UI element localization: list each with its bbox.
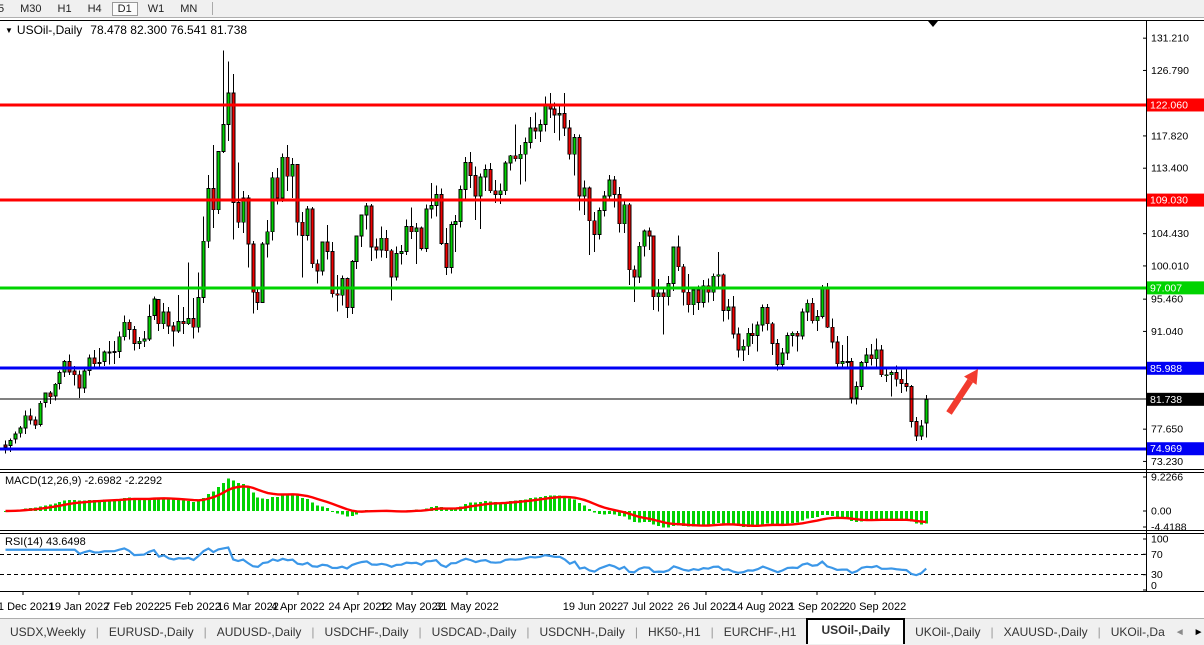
tab-ukoil-daily[interactable]: UKOil-,Daily (905, 623, 990, 641)
tab-ukoil-da[interactable]: UKOil-,Da (1101, 623, 1175, 641)
tab-eurusd-daily[interactable]: EURUSD-,Daily (99, 623, 204, 641)
svg-text:20 Sep 2022: 20 Sep 2022 (844, 601, 906, 613)
svg-text:74.969: 74.969 (1150, 443, 1182, 455)
rsi-indicator-label: RSI(14) 43.6498 (5, 536, 86, 548)
rsi-line (6, 547, 927, 575)
svg-text:117.820: 117.820 (1151, 130, 1188, 142)
svg-text:16 Mar 2022: 16 Mar 2022 (217, 601, 279, 613)
svg-text:100.010: 100.010 (1151, 260, 1189, 272)
symbol-tab-bar: USDX,Weekly|EURUSD-,Daily|AUDUSD-,Daily|… (0, 618, 1204, 645)
tab-scroll-left-icon[interactable]: ◄ (1175, 627, 1185, 638)
tab-scroll-right-icon[interactable]: ► (1194, 627, 1204, 638)
svg-text:-4.4188: -4.4188 (1151, 522, 1187, 534)
svg-text:73.230: 73.230 (1151, 456, 1183, 468)
svg-text:31 Dec 2021: 31 Dec 2021 (0, 601, 54, 613)
chart-dropdown-icon[interactable]: ▼ (5, 26, 13, 35)
svg-text:0: 0 (1151, 580, 1157, 592)
tab-usoil-daily[interactable]: USOil-,Daily (806, 618, 905, 644)
svg-text:77.650: 77.650 (1151, 424, 1183, 436)
svg-text:70: 70 (1151, 549, 1163, 561)
svg-text:100: 100 (1151, 534, 1169, 546)
time-axis: 31 Dec 202119 Jan 20227 Feb 202225 Feb 2… (0, 591, 906, 613)
price-axis: 131.210 126.790 117.820 113.400 104.430 100.0… (1143, 33, 1204, 592)
trading-app-window: 5M30H1H4D1W1MN 131.210126.790117.820113.… (0, 0, 1204, 645)
chart-canvas[interactable]: 131.210 126.790 117.820 113.400 104.430 100.0… (0, 0, 1204, 645)
svg-text:91.040: 91.040 (1151, 326, 1183, 338)
tab-eurchf-h1[interactable]: EURCHF-,H1 (714, 623, 807, 641)
svg-text:25 Feb 2022: 25 Feb 2022 (159, 601, 221, 613)
tab-hk50-h1[interactable]: HK50-,H1 (638, 623, 711, 641)
chart-symbol-label: USOil-,Daily (17, 23, 82, 37)
trend-arrow-annotation[interactable] (949, 369, 978, 413)
svg-text:126.790: 126.790 (1151, 65, 1189, 77)
svg-text:24 Apr 2022: 24 Apr 2022 (328, 601, 387, 613)
tab-scroll-buttons: ◄► (1175, 627, 1204, 638)
svg-text:26 Jul 2022: 26 Jul 2022 (678, 601, 735, 613)
svg-text:14 Aug 2022: 14 Aug 2022 (731, 601, 793, 613)
macd-indicator-label: MACD(12,26,9) -2.6982 -2.2292 (5, 475, 162, 487)
tab-xauusd-daily[interactable]: XAUUSD-,Daily (994, 623, 1098, 641)
chart-ohlc-values: 78.478 82.300 76.541 81.738 (90, 23, 247, 37)
svg-text:113.400: 113.400 (1151, 163, 1188, 175)
svg-text:19 Jun 2022: 19 Jun 2022 (563, 601, 624, 613)
svg-text:85.988: 85.988 (1150, 363, 1182, 375)
svg-text:1 Sep 2022: 1 Sep 2022 (789, 601, 845, 613)
svg-text:7 Jul 2022: 7 Jul 2022 (623, 601, 674, 613)
tab-audusd-daily[interactable]: AUDUSD-,Daily (207, 623, 312, 641)
svg-text:19 Jan 2022: 19 Jan 2022 (49, 601, 110, 613)
candlestick-series (4, 51, 928, 454)
tab-usdchf-daily[interactable]: USDCHF-,Daily (315, 623, 419, 641)
svg-text:81.738: 81.738 (1150, 394, 1182, 406)
svg-text:95.460: 95.460 (1151, 294, 1183, 306)
horizontal-price-lines (0, 105, 1146, 449)
svg-text:9.2266: 9.2266 (1151, 472, 1183, 484)
current-bar-marker-icon (928, 21, 938, 27)
svg-text:97.007: 97.007 (1150, 282, 1182, 294)
svg-text:122.060: 122.060 (1150, 99, 1188, 111)
svg-text:0.00: 0.00 (1151, 506, 1172, 518)
svg-text:31 May 2022: 31 May 2022 (435, 601, 499, 613)
svg-text:4 Apr 2022: 4 Apr 2022 (271, 601, 324, 613)
tab-usdcad-daily[interactable]: USDCAD-,Daily (422, 623, 527, 641)
tab-usdx-weekly[interactable]: USDX,Weekly (0, 623, 96, 641)
svg-text:109.030: 109.030 (1150, 195, 1188, 207)
svg-text:131.210: 131.210 (1151, 33, 1189, 45)
svg-text:104.430: 104.430 (1151, 228, 1189, 240)
chart-title: ▼ USOil-,Daily 78.478 82.300 76.541 81.738 (5, 23, 247, 37)
tab-usdcnh-daily[interactable]: USDCNH-,Daily (529, 623, 634, 641)
svg-text:7 Feb 2022: 7 Feb 2022 (104, 601, 160, 613)
